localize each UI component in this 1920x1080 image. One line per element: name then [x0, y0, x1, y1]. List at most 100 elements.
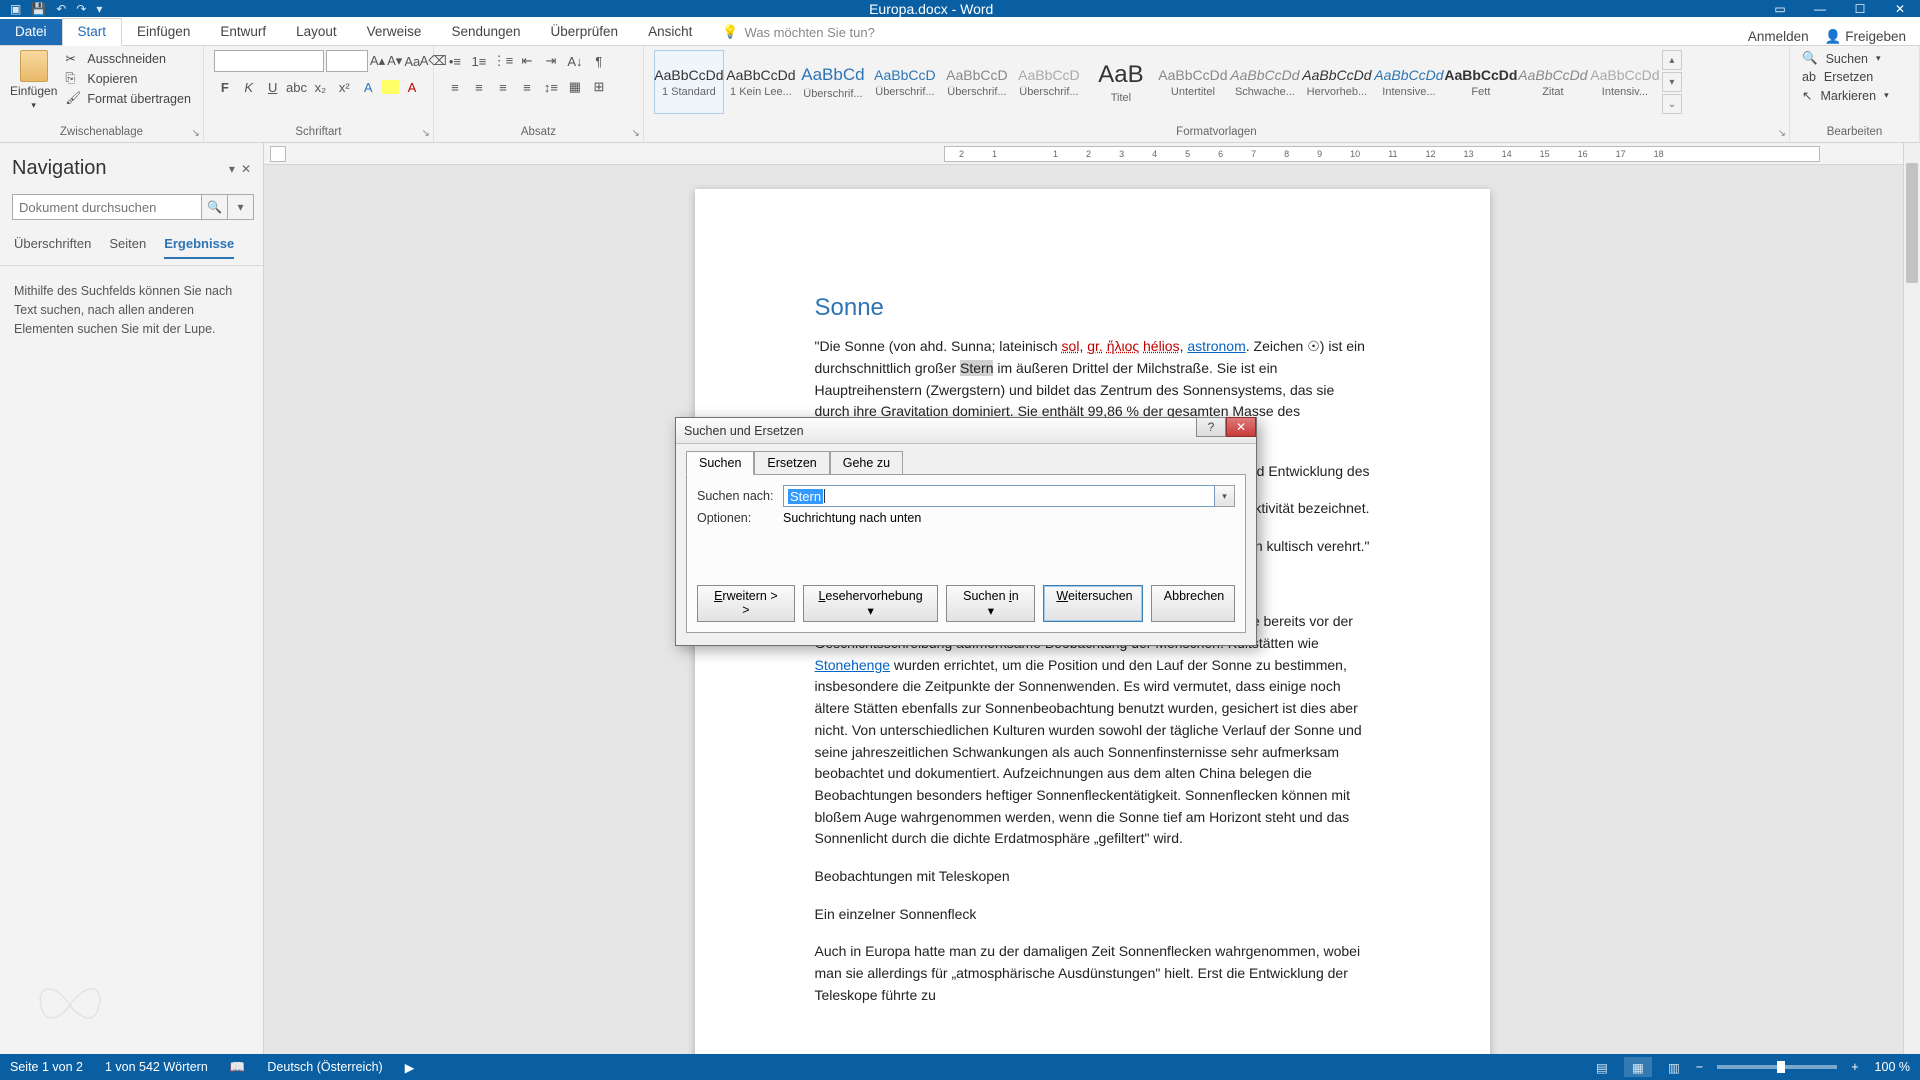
dialog-launcher-icon[interactable]: ↘ [632, 128, 640, 139]
styles-scroll[interactable]: ▴▾⌄ [1662, 50, 1682, 114]
tab-selector-icon[interactable] [270, 146, 286, 162]
nav-tab-headings[interactable]: Überschriften [14, 236, 91, 259]
save-icon[interactable]: 💾 [31, 2, 46, 16]
align-center-icon[interactable]: ≡ [468, 76, 490, 98]
sort-icon[interactable]: A↓ [564, 50, 586, 72]
share-button[interactable]: 👤 Freigeben [1825, 29, 1906, 45]
borders-icon[interactable]: ⊞ [588, 76, 610, 98]
sign-in-link[interactable]: Anmelden [1748, 29, 1809, 45]
search-icon[interactable]: 🔍 [202, 194, 228, 220]
style-heading1[interactable]: AaBbCdÜberschrif... [798, 50, 868, 114]
dialog-tab-replace[interactable]: Ersetzen [754, 451, 829, 475]
shrink-font-icon[interactable]: A▾ [387, 50, 402, 72]
dialog-tab-find[interactable]: SSuchenuchen [686, 451, 754, 475]
nav-search-input[interactable] [12, 194, 202, 220]
tab-entwurf[interactable]: Entwurf [205, 19, 281, 45]
view-web-icon[interactable]: ▥ [1660, 1057, 1688, 1077]
tab-einfuegen[interactable]: Einfügen [122, 19, 205, 45]
justify-icon[interactable]: ≡ [516, 76, 538, 98]
style-quote[interactable]: AaBbCcDdZitat [1518, 50, 1588, 114]
tab-sendungen[interactable]: Sendungen [436, 19, 535, 45]
change-case-icon[interactable]: Aa [404, 50, 420, 72]
vertical-scrollbar[interactable] [1903, 143, 1920, 1054]
maximize-icon[interactable]: ☐ [1840, 0, 1880, 17]
style-strong[interactable]: AaBbCcDdFett [1446, 50, 1516, 114]
font-size-input[interactable] [326, 50, 368, 72]
minimize-icon[interactable]: — [1800, 0, 1840, 17]
find-next-button[interactable]: WeitersuchenWeitersuchen [1043, 585, 1142, 622]
nav-close-icon[interactable]: ✕ [241, 162, 251, 176]
style-subtitle[interactable]: AaBbCcDdUntertitel [1158, 50, 1228, 114]
style-heading4[interactable]: AaBbCcDÜberschrif... [1014, 50, 1084, 114]
zoom-level[interactable]: 100 % [1875, 1060, 1910, 1074]
zoom-slider[interactable] [1717, 1065, 1837, 1069]
status-language[interactable]: Deutsch (Österreich) [267, 1060, 382, 1074]
zoom-out-icon[interactable]: − [1696, 1060, 1703, 1074]
find-button[interactable]: 🔍Suchen▾ [1800, 50, 1909, 67]
redo-icon[interactable]: ↷ [76, 2, 86, 16]
select-button[interactable]: ↖Markieren▾ [1800, 87, 1909, 104]
outdent-icon[interactable]: ⇤ [516, 50, 538, 72]
align-right-icon[interactable]: ≡ [492, 76, 514, 98]
style-title[interactable]: AaBTitel [1086, 50, 1156, 114]
multilevel-icon[interactable]: ⋮≡ [492, 50, 514, 72]
highlight-icon[interactable] [381, 80, 399, 94]
text-effects-icon[interactable]: A [357, 76, 379, 98]
tab-datei[interactable]: Datei [0, 19, 62, 45]
tab-ueberpruefen[interactable]: Überprüfen [536, 19, 634, 45]
pilcrow-icon[interactable]: ¶ [588, 50, 610, 72]
reading-highlight-button[interactable]: Lesehervorhebung ▾Lesehervorhebung [803, 585, 939, 622]
horizontal-ruler[interactable]: 21123456789101112131415161718 [944, 146, 1820, 162]
italic-button[interactable]: K [238, 76, 260, 98]
nav-tab-pages[interactable]: Seiten [109, 236, 146, 259]
copy-button[interactable]: ⎘Kopieren [63, 70, 193, 88]
view-read-icon[interactable]: ▤ [1588, 1057, 1616, 1077]
shading-icon[interactable]: ▦ [564, 76, 586, 98]
style-subtle-emph[interactable]: AaBbCcDdSchwache... [1230, 50, 1300, 114]
nav-tab-results[interactable]: Ergebnisse [164, 236, 234, 259]
qat-more-icon[interactable]: ▾ [96, 2, 102, 16]
font-name-input[interactable] [214, 50, 324, 72]
dialog-launcher-icon[interactable]: ↘ [422, 128, 430, 139]
search-options-icon[interactable]: ▾ [228, 194, 254, 220]
status-proofing-icon[interactable]: 📖 [230, 1060, 246, 1075]
paste-button[interactable]: Einfügen ▾ [10, 50, 63, 111]
tab-layout[interactable]: Layout [281, 19, 352, 45]
grow-font-icon[interactable]: A▴ [370, 50, 385, 72]
close-icon[interactable]: ✕ [1880, 0, 1920, 17]
indent-icon[interactable]: ⇥ [540, 50, 562, 72]
align-left-icon[interactable]: ≡ [444, 76, 466, 98]
zoom-in-icon[interactable]: + [1851, 1060, 1858, 1074]
undo-icon[interactable]: ↶ [56, 2, 66, 16]
superscript-button[interactable]: x² [333, 76, 355, 98]
underline-button[interactable]: U [262, 76, 284, 98]
find-history-dropdown-icon[interactable]: ▾ [1215, 485, 1235, 507]
replace-button[interactable]: abErsetzen [1800, 69, 1909, 85]
view-print-icon[interactable]: ▦ [1624, 1057, 1652, 1077]
bullets-icon[interactable]: •≡ [444, 50, 466, 72]
find-input[interactable]: Stern [783, 485, 1215, 507]
more-button[interactable]: Erweitern > >Erweitern > > [697, 585, 795, 622]
tell-me[interactable]: 💡Was möchten Sie tun? [707, 19, 890, 45]
dialog-launcher-icon[interactable]: ↘ [1778, 128, 1786, 139]
style-intense-quote[interactable]: AaBbCcDdIntensiv... [1590, 50, 1660, 114]
numbering-icon[interactable]: 1≡ [468, 50, 490, 72]
style-heading3[interactable]: AaBbCcDÜberschrif... [942, 50, 1012, 114]
dialog-launcher-icon[interactable]: ↘ [192, 128, 200, 139]
dialog-help-icon[interactable]: ? [1196, 417, 1226, 437]
cancel-button[interactable]: Abbrechen [1151, 585, 1235, 622]
style-no-spacing[interactable]: AaBbCcDd1 Kein Lee... [726, 50, 796, 114]
strike-button[interactable]: abc [286, 76, 308, 98]
cut-button[interactable]: ✂Ausschneiden [63, 50, 193, 68]
dialog-close-icon[interactable]: ✕ [1226, 417, 1256, 437]
style-heading2[interactable]: AaBbCcDÜberschrif... [870, 50, 940, 114]
dialog-tab-goto[interactable]: Gehe zuGehe zu [830, 451, 903, 475]
status-macro-icon[interactable]: ▶ [405, 1060, 415, 1075]
style-emphasis[interactable]: AaBbCcDdHervorheb... [1302, 50, 1372, 114]
style-standard[interactable]: AaBbCcDd1 Standard [654, 50, 724, 114]
line-spacing-icon[interactable]: ↕≡ [540, 76, 562, 98]
bold-button[interactable]: F [214, 76, 236, 98]
subscript-button[interactable]: x₂ [309, 76, 331, 98]
status-page[interactable]: Seite 1 von 2 [10, 1060, 83, 1074]
tab-ansicht[interactable]: Ansicht [633, 19, 707, 45]
